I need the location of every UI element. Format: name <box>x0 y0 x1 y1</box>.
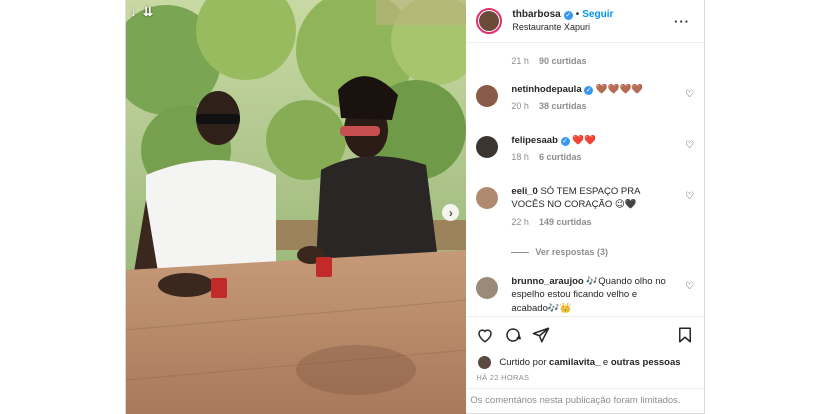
comment-likes[interactable]: 6 curtidas <box>539 152 582 162</box>
share-send-icon[interactable] <box>532 326 550 344</box>
like-comment-heart-icon[interactable]: ♡ <box>685 89 694 100</box>
comment-text: eeli_0 SÓ TEM ESPAÇO PRA VOCÊS NO CORAÇÃ… <box>511 185 671 212</box>
comment-likes[interactable]: 38 curtidas <box>539 101 587 111</box>
comment-item: eeli_0 SÓ TEM ESPAÇO PRA VOCÊS NO CORAÇÃ… <box>476 185 694 227</box>
comment-time: 21 h <box>511 56 529 66</box>
verified-badge-icon: ✓ <box>563 10 573 20</box>
download-all-icon[interactable]: ⇊ <box>143 4 154 20</box>
liked-by-line: Curtido por camilavita_ e outras pessoas <box>466 352 704 372</box>
comment-content: 🤎🤎🤎🤎 <box>595 84 644 95</box>
comment-item: brunno_araujoo 🎶Quando olho no espelho e… <box>476 275 694 315</box>
commenter-username[interactable]: netinhodepaula <box>511 84 581 95</box>
liked-by-others-link[interactable]: outras pessoas <box>611 357 681 368</box>
separator-dot: • <box>575 9 580 21</box>
post-photo[interactable]: ↓ ⇊ › <box>126 0 467 414</box>
like-comment-heart-icon[interactable]: ♡ <box>685 140 694 151</box>
comment-time: 22 h <box>511 216 529 227</box>
commenter-username[interactable]: brunno_araujoo <box>511 276 583 287</box>
commenter-username[interactable]: eeli_0 <box>511 186 537 197</box>
verified-badge-icon: ✓ <box>584 86 594 95</box>
liker-username[interactable]: camilavita_ <box>549 357 600 368</box>
comment-likes[interactable]: 149 curtidas <box>539 217 592 227</box>
comment-text: felipesaab ✓ ❤️❤️ <box>511 134 671 147</box>
side-panel: thbarbosa ✓ • Seguir Restaurante Xapuri … <box>466 0 704 414</box>
download-icon[interactable]: ↓ <box>130 4 137 20</box>
comment-text: brunno_araujoo 🎶Quando olho no espelho e… <box>511 275 671 315</box>
comment-likes[interactable]: 90 curtidas <box>539 56 587 66</box>
like-heart-icon[interactable] <box>476 326 494 344</box>
comment-text: netinhodepaula ✓ 🤎🤎🤎🤎 <box>511 83 671 96</box>
comments-list[interactable]: 21 h 90 curtidas netinhodepaula ✓ 🤎🤎🤎🤎 2… <box>466 43 704 316</box>
view-replies-button[interactable]: Ver respostas (3) <box>511 247 608 257</box>
post-modal: ↓ ⇊ › thbarbosa ✓ • Seguir Restaurante X… <box>125 0 705 414</box>
commenter-avatar[interactable] <box>476 136 499 158</box>
liker-avatar[interactable] <box>478 355 492 369</box>
commenter-username[interactable]: felipesaab <box>511 135 557 146</box>
liked-by-and: e <box>602 356 609 368</box>
comment-item: felipesaab ✓ ❤️❤️ 18 h 6 curtidas ♡ <box>476 134 694 162</box>
verified-badge-icon: ✓ <box>560 137 570 146</box>
post-timestamp: HÁ 22 HORAS <box>476 373 530 382</box>
follow-button[interactable]: Seguir <box>582 9 613 22</box>
commenter-avatar[interactable] <box>476 85 499 107</box>
author-username[interactable]: thbarbosa <box>512 9 560 22</box>
comment-content: ❤️❤️ <box>572 135 596 146</box>
like-comment-heart-icon[interactable]: ♡ <box>685 191 694 202</box>
comments-limited-notice: Os comentários nesta publicação foram li… <box>466 388 704 414</box>
commenter-avatar[interactable] <box>476 187 499 209</box>
author-avatar[interactable] <box>476 8 503 34</box>
post-header: thbarbosa ✓ • Seguir Restaurante Xapuri … <box>466 0 704 43</box>
comment-time: 20 h <box>511 101 529 112</box>
location-link[interactable]: Restaurante Xapuri <box>512 22 613 33</box>
comment-item: netinhodepaula ✓ 🤎🤎🤎🤎 20 h 38 curtidas ♡ <box>476 83 694 111</box>
view-replies-label: Ver respostas (3) <box>535 247 608 257</box>
comment-bubble-icon[interactable] <box>504 326 522 344</box>
action-bar <box>466 316 704 352</box>
like-comment-heart-icon[interactable]: ♡ <box>685 281 694 292</box>
more-options-icon[interactable]: ··· <box>674 14 690 29</box>
download-icons: ↓ ⇊ <box>130 4 153 20</box>
photo-image <box>126 0 467 414</box>
liked-by-prefix: Curtido por <box>499 356 547 368</box>
caption-meta: 21 h 90 curtidas <box>511 56 586 66</box>
commenter-avatar[interactable] <box>476 277 499 299</box>
comment-time: 18 h <box>511 152 529 163</box>
bookmark-icon[interactable] <box>676 326 694 344</box>
